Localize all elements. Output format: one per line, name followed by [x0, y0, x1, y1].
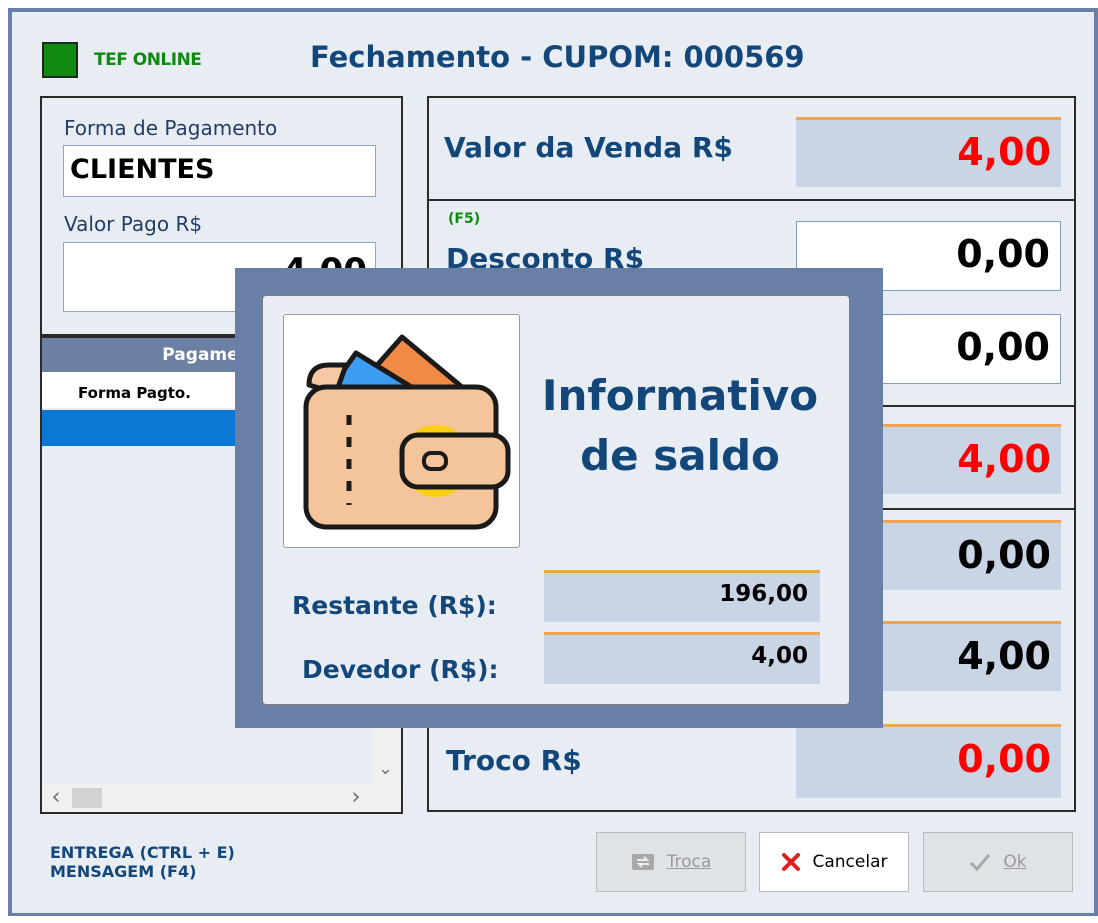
chevron-down-icon: ⌄: [378, 759, 393, 779]
tef-status-label: TEF ONLINE: [94, 50, 202, 70]
cancelar-button[interactable]: Cancelar: [759, 832, 909, 892]
exchange-icon: [631, 854, 654, 870]
scroll-left-button[interactable]: ‹: [42, 784, 70, 812]
forma-pagamento-value: CLIENTES: [70, 154, 215, 185]
tef-status-indicator: [42, 42, 78, 78]
wallet-icon: [303, 334, 511, 530]
wallet-icon-box: [283, 314, 520, 548]
troca-label: Troca: [666, 852, 712, 872]
scroll-thumb[interactable]: [72, 788, 102, 808]
troca-button[interactable]: Troca: [596, 832, 746, 892]
ok-button[interactable]: Ok: [923, 832, 1073, 892]
valor-venda-value: 4,00: [796, 117, 1061, 187]
scroll-right-button[interactable]: ›: [342, 784, 370, 812]
balance-dialog-title-line-2: de saldo: [580, 431, 780, 480]
valor-pago-label: Valor Pago R$: [64, 212, 203, 236]
chevron-left-icon: ‹: [51, 784, 61, 810]
scroll-down-button[interactable]: ⌄: [372, 756, 399, 784]
cancelar-label: Cancelar: [812, 852, 888, 872]
page-title: Fechamento - CUPOM: 000569: [310, 40, 805, 74]
troco-label: Troco R$: [446, 744, 582, 777]
divider: [429, 199, 1074, 201]
entrega-shortcut[interactable]: ENTREGA (CTRL + E): [50, 843, 235, 862]
ok-label: Ok: [1003, 852, 1027, 872]
balance-dialog-title: Informativo de saldo: [530, 366, 830, 486]
forma-pagamento-label: Forma de Pagamento: [64, 116, 278, 140]
devedor-value: 4,00: [544, 632, 820, 684]
chevron-right-icon: ›: [351, 784, 361, 810]
restante-label: Restante (R$):: [292, 591, 497, 620]
restante-value: 196,00: [544, 570, 820, 622]
close-icon: [781, 853, 800, 871]
troco-value: 0,00: [796, 724, 1061, 798]
desconto-hint: (F5): [448, 211, 481, 227]
devedor-label: Devedor (R$):: [302, 655, 499, 684]
check-icon: [970, 854, 991, 872]
mensagem-shortcut[interactable]: MENSAGEM (F4): [50, 862, 196, 881]
balance-dialog-title-line-1: Informativo: [541, 371, 819, 420]
grid-column-forma-pagto: Forma Pagto.: [78, 384, 191, 402]
valor-venda-label: Valor da Venda R$: [444, 131, 733, 164]
forma-pagamento-field[interactable]: CLIENTES: [63, 145, 376, 197]
